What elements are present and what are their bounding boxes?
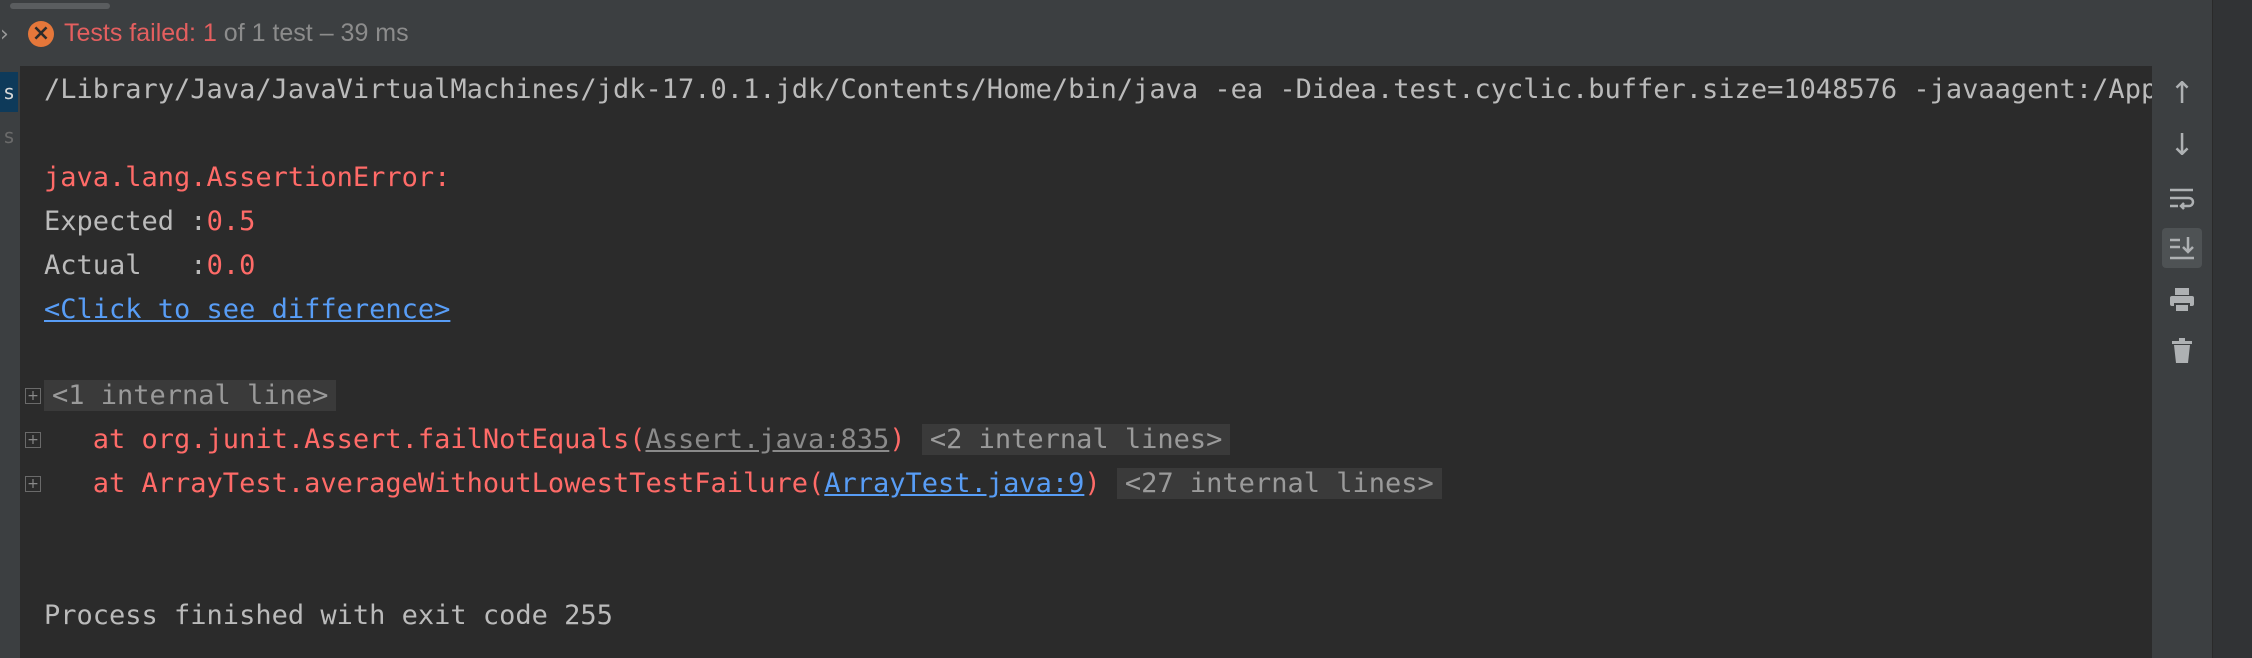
test-status-bar: › × Tests failed: 1 of 1 test – 39 ms	[0, 0, 2212, 67]
console-output[interactable]: /Library/Java/JavaVirtualMachines/jdk-17…	[20, 66, 2152, 658]
fold-expand-icon[interactable]: +	[25, 432, 41, 448]
expected-value: 0.5	[206, 206, 256, 237]
actual-line: Actual :0.0	[44, 246, 255, 286]
test-failed-icon: ×	[28, 21, 54, 47]
horizontal-scrollbar[interactable]	[10, 3, 110, 9]
folded-internal-lines[interactable]: <2 internal lines>	[921, 424, 1231, 455]
arraytest-java-link[interactable]: ArrayTest.java:9	[824, 468, 1084, 499]
folded-internal-lines[interactable]: <1 internal line>	[44, 380, 337, 411]
expected-label: Expected :	[44, 206, 207, 237]
actual-label: Actual :	[44, 250, 207, 281]
arrow-up-icon[interactable]: ↑	[2162, 74, 2202, 114]
stack-trace-line: at ArrayTest.averageWithoutLowestTestFai…	[44, 464, 1442, 504]
console-toolbar: ↑ ↓	[2152, 66, 2212, 658]
test-status-text: Tests failed: 1 of 1 test – 39 ms	[64, 19, 409, 48]
internal-line-row: <1 internal line>	[44, 376, 337, 416]
trace-close-paren: )	[1084, 468, 1101, 499]
gutter-tab-selected[interactable]: s	[0, 72, 18, 112]
tests-summary: of 1 test – 39 ms	[216, 19, 409, 47]
fold-expand-icon[interactable]: +	[25, 388, 41, 404]
expand-chevron-icon[interactable]: ›	[0, 22, 9, 47]
soft-wrap-icon[interactable]	[2162, 178, 2202, 218]
arrow-down-icon[interactable]: ↓	[2162, 126, 2202, 166]
left-gutter: s s	[0, 66, 20, 658]
expected-line: Expected :0.5	[44, 202, 255, 242]
command-line: /Library/Java/JavaVirtualMachines/jdk-17…	[44, 74, 2152, 105]
actual-value: 0.0	[206, 250, 256, 281]
stack-trace-line: at org.junit.Assert.failNotEquals(Assert…	[44, 420, 1231, 460]
trace-close-paren: )	[889, 424, 906, 455]
tests-failed-count: Tests failed: 1	[64, 19, 217, 47]
scroll-to-end-icon[interactable]	[2162, 228, 2202, 268]
assert-java-link[interactable]: Assert.java:835	[645, 424, 889, 455]
folded-internal-lines[interactable]: <27 internal lines>	[1116, 468, 1442, 499]
process-exit-line: Process finished with exit code 255	[44, 600, 613, 631]
trace-text: at ArrayTest.averageWithoutLowestTestFai…	[44, 468, 825, 499]
assertion-error: java.lang.AssertionError:	[44, 162, 451, 193]
diff-line: <Click to see difference>	[44, 290, 450, 330]
trace-text: at org.junit.Assert.failNotEquals(	[44, 424, 646, 455]
trash-icon[interactable]	[2162, 330, 2202, 370]
gutter-tab[interactable]: s	[0, 116, 18, 156]
print-icon[interactable]	[2162, 280, 2202, 320]
fold-expand-icon[interactable]: +	[25, 476, 41, 492]
right-panel-edge	[2212, 0, 2252, 658]
click-to-see-difference-link[interactable]: <Click to see difference>	[44, 294, 450, 325]
